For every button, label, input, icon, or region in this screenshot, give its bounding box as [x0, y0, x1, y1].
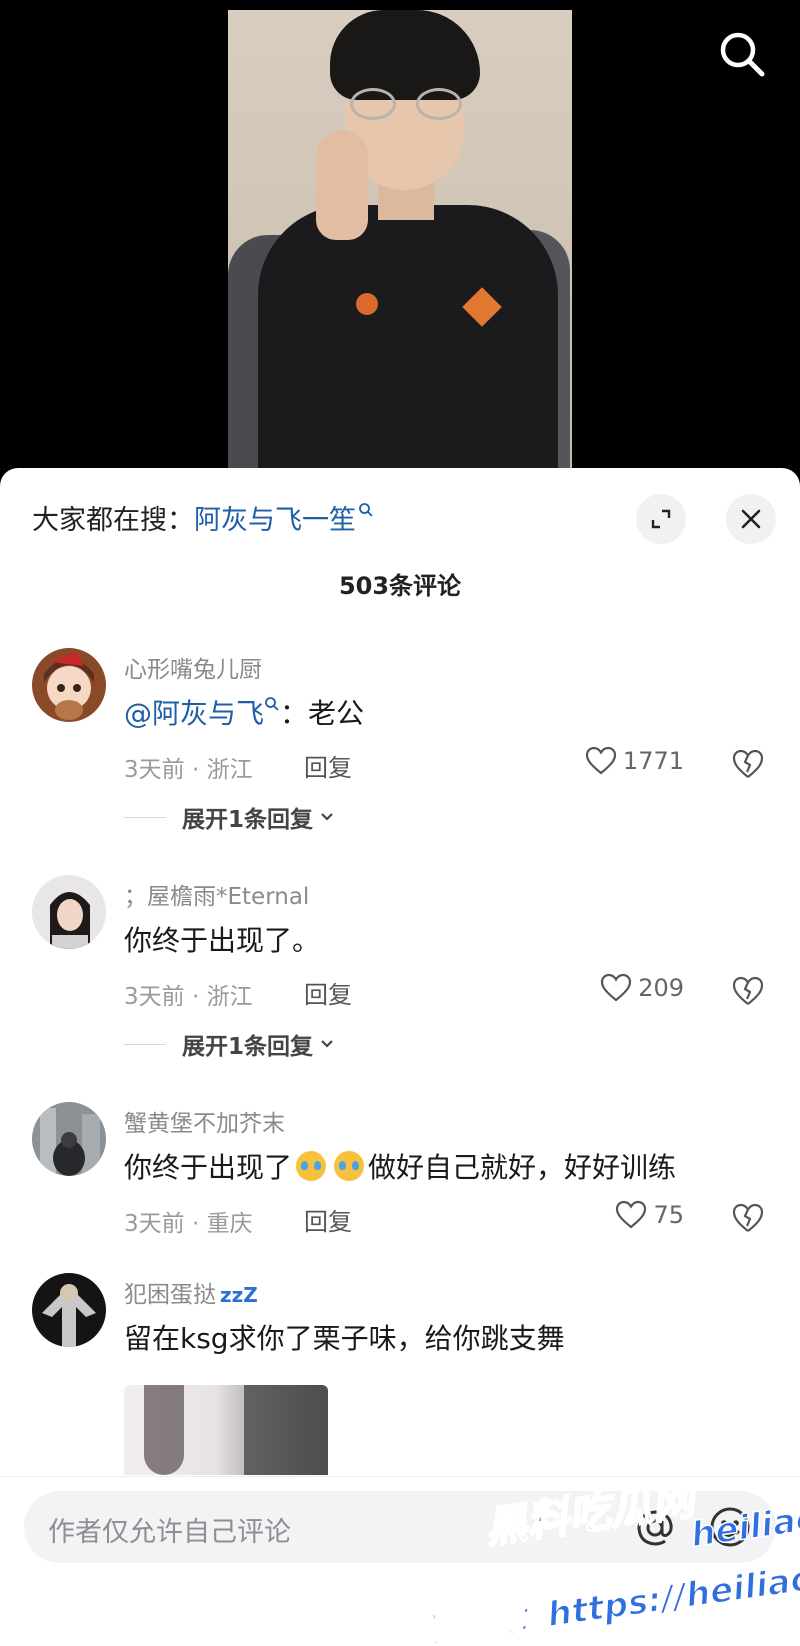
comment-text: 你终于出现了。: [124, 924, 321, 957]
search-icon[interactable]: [716, 28, 768, 80]
small-search-icon: [358, 494, 374, 525]
like-count: 209: [638, 974, 684, 1002]
avatar[interactable]: [32, 1273, 106, 1347]
comment-body: 你终于出现了: [124, 1151, 293, 1184]
reply-button[interactable]: 回复: [304, 975, 352, 1010]
dislike-button[interactable]: [730, 746, 766, 782]
sheet-header: 大家都在搜： 阿灰与飞一笙 503条评论: [0, 468, 800, 608]
divider-line: [124, 1043, 166, 1045]
expand-replies[interactable]: 展开1条回复: [124, 1027, 337, 1061]
like-button[interactable]: 1771: [585, 746, 684, 776]
broken-heart-icon: [732, 1203, 764, 1232]
person-glasses: [350, 88, 462, 122]
dislike-button[interactable]: [730, 1200, 766, 1236]
video-frame: [228, 10, 572, 480]
expand-button[interactable]: [636, 494, 686, 544]
heart-icon: [585, 746, 617, 775]
comment-meta: 3天前 · 重庆: [124, 1211, 253, 1237]
expand-replies-label: 展开1条回复: [182, 1034, 314, 1060]
comment-meta: 3天前 · 浙江: [124, 757, 253, 783]
comment-input-placeholder: 作者仅允许自己评论: [48, 1517, 291, 1548]
heart-icon: [616, 1200, 647, 1229]
expand-replies-label: 展开1条回复: [182, 807, 314, 833]
comment-text: 你终于出现了 做好自己就好，好好训练: [124, 1146, 676, 1186]
comment-author[interactable]: 蟹黄堡不加芥末: [124, 1104, 285, 1138]
comment-count: 503条评论: [338, 572, 462, 600]
person-body: [258, 205, 558, 480]
chevron-down-icon: [321, 1040, 333, 1048]
reply-button[interactable]: 回复: [304, 748, 352, 783]
expand-replies[interactable]: 展开1条回复: [124, 800, 337, 834]
hot-search-term[interactable]: 阿灰与飞一笙: [194, 498, 356, 537]
person-hair: [330, 10, 480, 100]
like-count: 75: [653, 1201, 684, 1229]
comment-author[interactable]: 心形嘴兔儿厨: [124, 650, 262, 684]
heart-icon: [601, 973, 632, 1002]
comment-body: 做好自己就好，好好训练: [368, 1151, 677, 1184]
like-button[interactable]: 209: [600, 973, 684, 1003]
comment-author[interactable]: ；屋檐雨*Eternal: [124, 877, 309, 911]
comment-body: ：老公: [280, 697, 365, 730]
comment-meta: 3天前 · 浙江: [124, 984, 253, 1010]
person-hand: [316, 130, 368, 240]
like-button[interactable]: 75: [615, 1200, 684, 1230]
video-player[interactable]: [0, 0, 800, 480]
sleep-badge: zzZ: [220, 1283, 258, 1307]
broken-heart-icon: [732, 976, 764, 1005]
comment-text: 留在ksg求你了栗子味，给你跳支舞: [124, 1322, 565, 1355]
comment-text: @阿灰与飞 ：老公: [124, 692, 364, 732]
shirt-logo: [356, 293, 378, 315]
avatar[interactable]: [32, 1102, 106, 1176]
like-count: 1771: [622, 747, 684, 775]
mention-link[interactable]: @阿灰与飞: [124, 692, 264, 732]
divider-line: [124, 816, 166, 818]
hot-search-bar[interactable]: 大家都在搜： 阿灰与飞一笙: [32, 498, 374, 537]
comment-image[interactable]: [124, 1385, 328, 1475]
small-search-icon: [265, 697, 279, 711]
broken-heart-icon: [732, 749, 764, 778]
hot-search-prefix: 大家都在搜：: [32, 505, 194, 536]
reply-button[interactable]: 回复: [304, 1202, 352, 1237]
dislike-button[interactable]: [730, 973, 766, 1009]
comment-author[interactable]: 犯困蛋挞 zzZ: [124, 1275, 258, 1309]
expand-icon: [651, 509, 671, 529]
avatar[interactable]: [32, 875, 106, 949]
close-icon: [741, 509, 761, 529]
chevron-down-icon: [321, 813, 333, 821]
crying-emoji-icon: [334, 1151, 365, 1181]
avatar[interactable]: [32, 648, 106, 722]
crying-emoji-icon: [296, 1151, 327, 1181]
close-button[interactable]: [726, 494, 776, 544]
comment-author-name: 犯困蛋挞: [124, 1282, 216, 1308]
